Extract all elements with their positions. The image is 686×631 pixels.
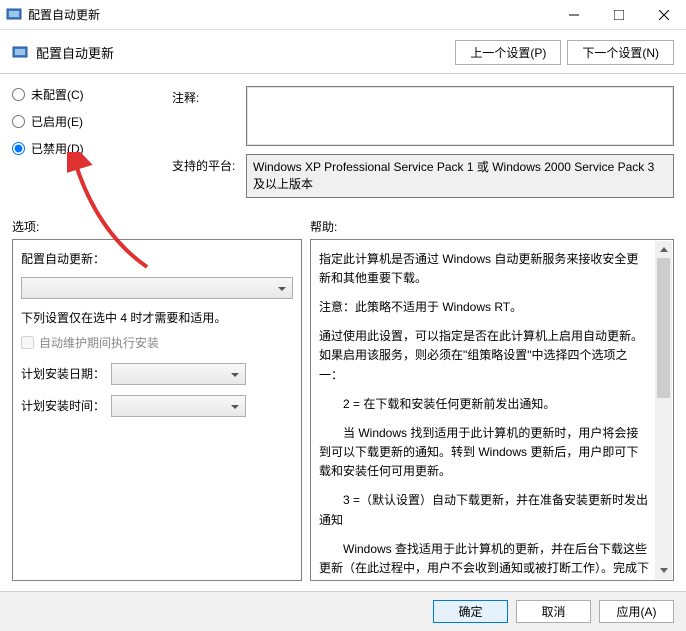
maintenance-check-row[interactable]: 自动维护期间执行安装: [21, 334, 293, 351]
comment-label: 注释:: [172, 86, 240, 146]
maximize-button[interactable]: [596, 0, 641, 30]
sched-time-label: 计划安装时间：: [21, 397, 105, 414]
dialog-footer: 确定 取消 应用(A): [0, 591, 686, 631]
scroll-thumb[interactable]: [657, 258, 670, 398]
platform-text: Windows XP Professional Service Pack 1 或…: [246, 154, 674, 198]
minimize-button[interactable]: [551, 0, 596, 30]
header-title: 配置自动更新: [36, 43, 114, 62]
window-title: 配置自动更新: [28, 6, 551, 23]
ok-button[interactable]: 确定: [433, 600, 508, 623]
config-update-combo[interactable]: [21, 277, 293, 299]
help-p6: 3 =（默认设置）自动下载更新，并在准备安装更新时发出通知: [319, 491, 649, 529]
scroll-down-icon[interactable]: [655, 562, 672, 579]
help-label: 帮助:: [310, 218, 674, 235]
help-p1: 指定此计算机是否通过 Windows 自动更新服务来接收安全更新和其他重要下载。: [319, 250, 649, 288]
help-scrollbar[interactable]: [655, 241, 672, 579]
close-button[interactable]: [641, 0, 686, 30]
help-p7: Windows 查找适用于此计算机的更新，并在后台下载这些更新（在此过程中，用户…: [319, 540, 649, 581]
platform-label: 支持的平台:: [172, 154, 240, 198]
apply-button[interactable]: 应用(A): [599, 600, 674, 623]
radio-enabled-input[interactable]: [12, 115, 25, 128]
help-p5: 当 Windows 找到适用于此计算机的更新时，用户将会接到可以下载更新的通知。…: [319, 424, 649, 482]
next-setting-button[interactable]: 下一个设置(N): [567, 40, 674, 65]
help-p2: 注意：此策略不适用于 Windows RT。: [319, 298, 649, 317]
header-bar: 配置自动更新 上一个设置(P) 下一个设置(N): [0, 30, 686, 74]
policy-icon: [12, 45, 28, 61]
help-pane: 指定此计算机是否通过 Windows 自动更新服务来接收安全更新和其他重要下载。…: [310, 239, 674, 581]
sched-day-combo[interactable]: [111, 363, 246, 385]
radio-disabled[interactable]: 已禁用(D): [12, 140, 162, 157]
radio-disabled-input[interactable]: [12, 142, 25, 155]
titlebar: 配置自动更新: [0, 0, 686, 30]
radio-enabled-label: 已启用(E): [31, 113, 83, 130]
comment-input[interactable]: [246, 86, 674, 146]
cancel-button[interactable]: 取消: [516, 600, 591, 623]
radio-disabled-label: 已禁用(D): [31, 140, 84, 157]
sched-day-label: 计划安装日期：: [21, 365, 105, 382]
options-note: 下列设置仅在选中 4 时才需要和适用。: [21, 309, 293, 326]
app-icon: [6, 7, 22, 23]
state-radio-group: 未配置(C) 已启用(E) 已禁用(D): [12, 86, 162, 157]
maintenance-check-label: 自动维护期间执行安装: [39, 334, 159, 351]
options-pane: 配置自动更新： 下列设置仅在选中 4 时才需要和适用。 自动维护期间执行安装 计…: [12, 239, 302, 581]
scroll-up-icon[interactable]: [655, 241, 672, 258]
maintenance-checkbox[interactable]: [21, 336, 34, 349]
sched-time-combo[interactable]: [111, 395, 246, 417]
options-label: 选项:: [12, 218, 310, 235]
help-p4: 2 = 在下载和安装任何更新前发出通知。: [319, 395, 649, 414]
radio-enabled[interactable]: 已启用(E): [12, 113, 162, 130]
radio-not-configured[interactable]: 未配置(C): [12, 86, 162, 103]
help-p3: 通过使用此设置，可以指定是否在此计算机上启用自动更新。如果启用该服务，则必须在"…: [319, 327, 649, 385]
radio-not-configured-input[interactable]: [12, 88, 25, 101]
radio-not-configured-label: 未配置(C): [31, 86, 84, 103]
prev-setting-button[interactable]: 上一个设置(P): [455, 40, 561, 65]
config-update-label: 配置自动更新：: [21, 250, 105, 267]
